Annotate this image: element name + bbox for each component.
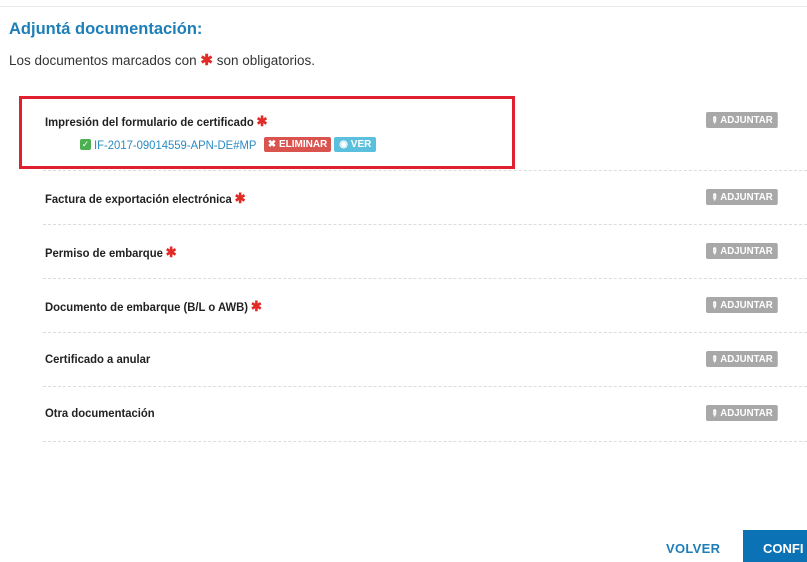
check-square-icon: ✓ <box>80 139 91 150</box>
adjuntar-button[interactable]: ✎ADJUNTAR <box>706 112 778 128</box>
document-list: Impresión del formulario de certificado ✱… <box>43 94 807 442</box>
document-label: Impresión del formulario de certificado ✱ <box>45 113 268 129</box>
paperclip-icon: ✎ <box>708 352 721 366</box>
attached-file-link[interactable]: IF-2017-09014559-APN-DE#MP <box>94 138 256 152</box>
required-asterisk-icon: ✱ <box>256 113 268 129</box>
required-asterisk-icon: ✱ <box>234 190 246 206</box>
eliminar-button[interactable]: ✖ ELIMINAR <box>263 137 332 152</box>
document-row-otra: Otra documentación ✎ADJUNTAR <box>43 387 807 442</box>
document-label: Factura de exportación electrónica ✱ <box>45 190 246 206</box>
document-row-embarque: Documento de embarque (B/L o AWB) ✱ ✎ADJU… <box>43 279 807 333</box>
subtitle-text: Los documentos marcados con <box>9 53 197 68</box>
required-asterisk-icon: ✱ <box>165 244 177 260</box>
document-row-formulario: Impresión del formulario de certificado ✱… <box>43 94 807 171</box>
paperclip-icon: ✎ <box>708 113 721 127</box>
adjuntar-button[interactable]: ✎ADJUNTAR <box>706 351 778 367</box>
document-row-certificado-anular: Certificado a anular ✎ADJUNTAR <box>43 333 807 387</box>
required-asterisk-icon: ✱ <box>250 298 262 314</box>
document-label: Otra documentación <box>45 406 155 420</box>
document-label: Documento de embarque (B/L o AWB) ✱ <box>45 298 262 314</box>
document-row-permiso: Permiso de embarque ✱ ✎ADJUNTAR <box>43 225 807 279</box>
volver-button[interactable]: VOLVER <box>666 541 720 556</box>
subtitle-text-end: son obligatorios. <box>216 53 316 68</box>
section-title: Adjuntá documentación: <box>9 20 203 38</box>
section-subtitle: Los documentos marcados con ✱ son obliga… <box>9 51 315 69</box>
required-asterisk-icon: ✱ <box>200 52 213 69</box>
times-icon: ✖ <box>267 139 277 150</box>
adjuntar-button[interactable]: ✎ADJUNTAR <box>706 405 778 421</box>
paperclip-icon: ✎ <box>708 190 721 204</box>
paperclip-icon: ✎ <box>708 244 721 258</box>
top-divider <box>0 6 807 7</box>
attached-file: ✓ IF-2017-09014559-APN-DE#MP ✖ ELIMINAR … <box>80 137 377 152</box>
adjuntar-button[interactable]: ✎ADJUNTAR <box>706 243 778 259</box>
eye-icon: ◉ <box>339 139 349 150</box>
paperclip-icon: ✎ <box>708 298 721 312</box>
ver-button[interactable]: ◉ VER <box>334 137 377 152</box>
document-label: Certificado a anular <box>45 352 151 366</box>
adjuntar-button[interactable]: ✎ADJUNTAR <box>706 297 778 313</box>
adjuntar-button[interactable]: ✎ADJUNTAR <box>706 189 778 205</box>
confirmar-button[interactable]: CONFI <box>743 530 807 562</box>
paperclip-icon: ✎ <box>708 406 721 420</box>
document-row-factura: Factura de exportación electrónica ✱ ✎ADJ… <box>43 171 807 225</box>
document-label: Permiso de embarque ✱ <box>45 244 177 260</box>
